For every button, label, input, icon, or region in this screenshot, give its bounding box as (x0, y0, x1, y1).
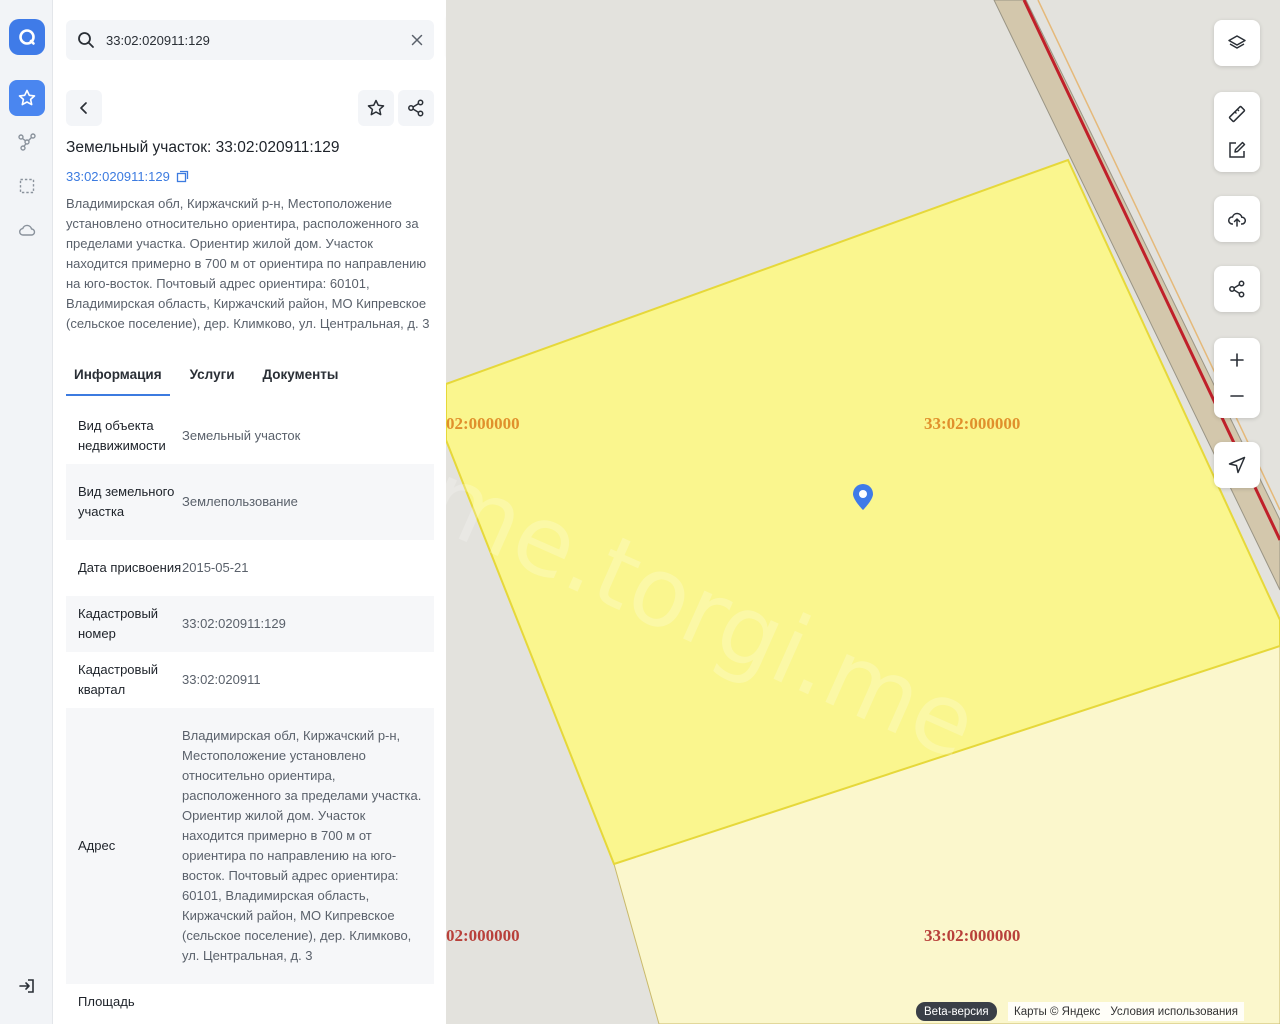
property-key: Вид земельного участка (78, 484, 175, 519)
star-icon (367, 99, 385, 116)
minus-icon (1230, 395, 1244, 397)
property-value: Земельный участок (182, 428, 301, 443)
favorite-button[interactable] (358, 90, 394, 126)
rail-logout-button[interactable] (9, 968, 45, 1004)
copy-icon[interactable] (176, 170, 189, 183)
ruler-button[interactable] (1214, 96, 1260, 132)
clear-search-button[interactable] (400, 20, 434, 60)
geolocation-button[interactable] (1214, 447, 1260, 483)
rail-route-button[interactable] (9, 124, 45, 160)
share-icon (1229, 280, 1245, 298)
map-share-button[interactable] (1214, 271, 1260, 307)
beta-badge: Beta-версия (916, 1002, 997, 1021)
ruler-icon (1228, 105, 1246, 123)
table-row: Вид земельного участка Землепользование (66, 464, 434, 540)
geolocation-control[interactable] (1214, 442, 1260, 488)
cadastral-label: 33:02:000000 (924, 926, 1021, 945)
tab-documents[interactable]: Документы (255, 362, 347, 396)
selection-icon (19, 178, 35, 194)
layers-button[interactable] (1214, 25, 1260, 61)
property-value: Землепользование (182, 494, 298, 509)
upload-button[interactable] (1214, 201, 1260, 237)
property-value: 33:02:020911 (182, 672, 261, 687)
cadastral-label: 02:000000 (446, 414, 520, 433)
property-value (182, 984, 434, 1000)
edit-icon (1229, 141, 1246, 158)
close-icon (411, 34, 423, 46)
route-icon (18, 133, 36, 151)
info-panel: Земельный участок: 33:02:020911:129 33:0… (53, 0, 446, 1024)
property-key: Вид объекта недвижимости (78, 418, 166, 453)
zoom-control (1214, 338, 1260, 418)
navigation-arrow-icon (1228, 456, 1246, 474)
page-title: Земельный участок: 33:02:020911:129 (66, 139, 340, 156)
upload-control[interactable] (1214, 196, 1260, 242)
properties-table: Вид объекта недвижимости Земельный участ… (66, 408, 434, 1024)
star-icon (18, 89, 36, 106)
tools-control (1214, 92, 1260, 172)
property-value: Владимирская обл, Киржачский р-н, Местоп… (182, 728, 422, 963)
property-key: Кадастровый квартал (78, 662, 159, 697)
property-value: 33:02:020911:129 (182, 616, 286, 631)
terms-link[interactable]: Условия использования (1110, 1006, 1238, 1018)
property-key: Дата присвоения (78, 560, 182, 575)
cadastral-number-link[interactable]: 33:02:020911:129 (66, 169, 189, 184)
chevron-left-icon (80, 102, 87, 114)
property-value: 2015-05-21 (182, 560, 249, 575)
rail-cloud-button[interactable] (9, 212, 45, 248)
zoom-out-button[interactable] (1214, 378, 1260, 414)
property-key: Кадастровый номер (78, 606, 159, 641)
table-row: Площадь (66, 984, 434, 1024)
edit-button[interactable] (1214, 132, 1260, 168)
parcel-description: Владимирская обл, Киржачский р-н, Местоп… (66, 196, 430, 331)
table-row: Дата присвоения 2015-05-21 (66, 540, 434, 596)
cadastral-label: 33:02:000000 (924, 414, 1021, 433)
property-key: Площадь (78, 994, 135, 1009)
layers-control[interactable] (1214, 20, 1260, 66)
share-icon (408, 99, 424, 117)
cadastral-number-text[interactable]: 33:02:020911:129 (66, 169, 170, 184)
share-button[interactable] (398, 90, 434, 126)
logout-icon (19, 979, 34, 993)
search-input[interactable] (106, 32, 400, 48)
yandex-copyright[interactable]: Карты © Яндекс (1014, 1006, 1100, 1018)
layers-icon (1228, 35, 1246, 49)
rail-favorites-button[interactable] (9, 80, 45, 116)
share-control[interactable] (1214, 266, 1260, 312)
zoom-in-button[interactable] (1214, 342, 1260, 378)
table-row: Адрес Владимирская обл, Киржачский р-н, … (66, 708, 434, 984)
table-row: Кадастровый номер 33:02:020911:129 (66, 596, 434, 652)
table-row: Кадастровый квартал 33:02:020911 (66, 652, 434, 708)
tab-services[interactable]: Услуги (182, 362, 243, 396)
back-button[interactable] (66, 90, 102, 126)
cadastral-label: 02:000000 (446, 926, 520, 945)
logo-icon (19, 29, 35, 45)
tab-info[interactable]: Информация (66, 362, 170, 396)
map-canvas[interactable]: me.torgi.me 02:000000 33:02:000000 02:00… (446, 0, 1280, 1024)
cloud-upload-icon (1228, 212, 1246, 227)
table-row: Вид объекта недвижимости Земельный участ… (66, 408, 434, 464)
tabs: Информация Услуги Документы (66, 362, 436, 396)
search-bar (66, 20, 434, 60)
cloud-icon (19, 224, 36, 236)
plus-icon (1230, 353, 1244, 367)
app-logo[interactable] (9, 19, 45, 55)
rail-select-area-button[interactable] (9, 168, 45, 204)
left-rail (0, 0, 53, 1024)
property-key: Адрес (78, 838, 116, 853)
map-attribution: Карты © Яндекс Условия использования (1008, 1002, 1244, 1021)
location-pin-icon[interactable] (851, 483, 875, 511)
search-icon (66, 20, 106, 60)
